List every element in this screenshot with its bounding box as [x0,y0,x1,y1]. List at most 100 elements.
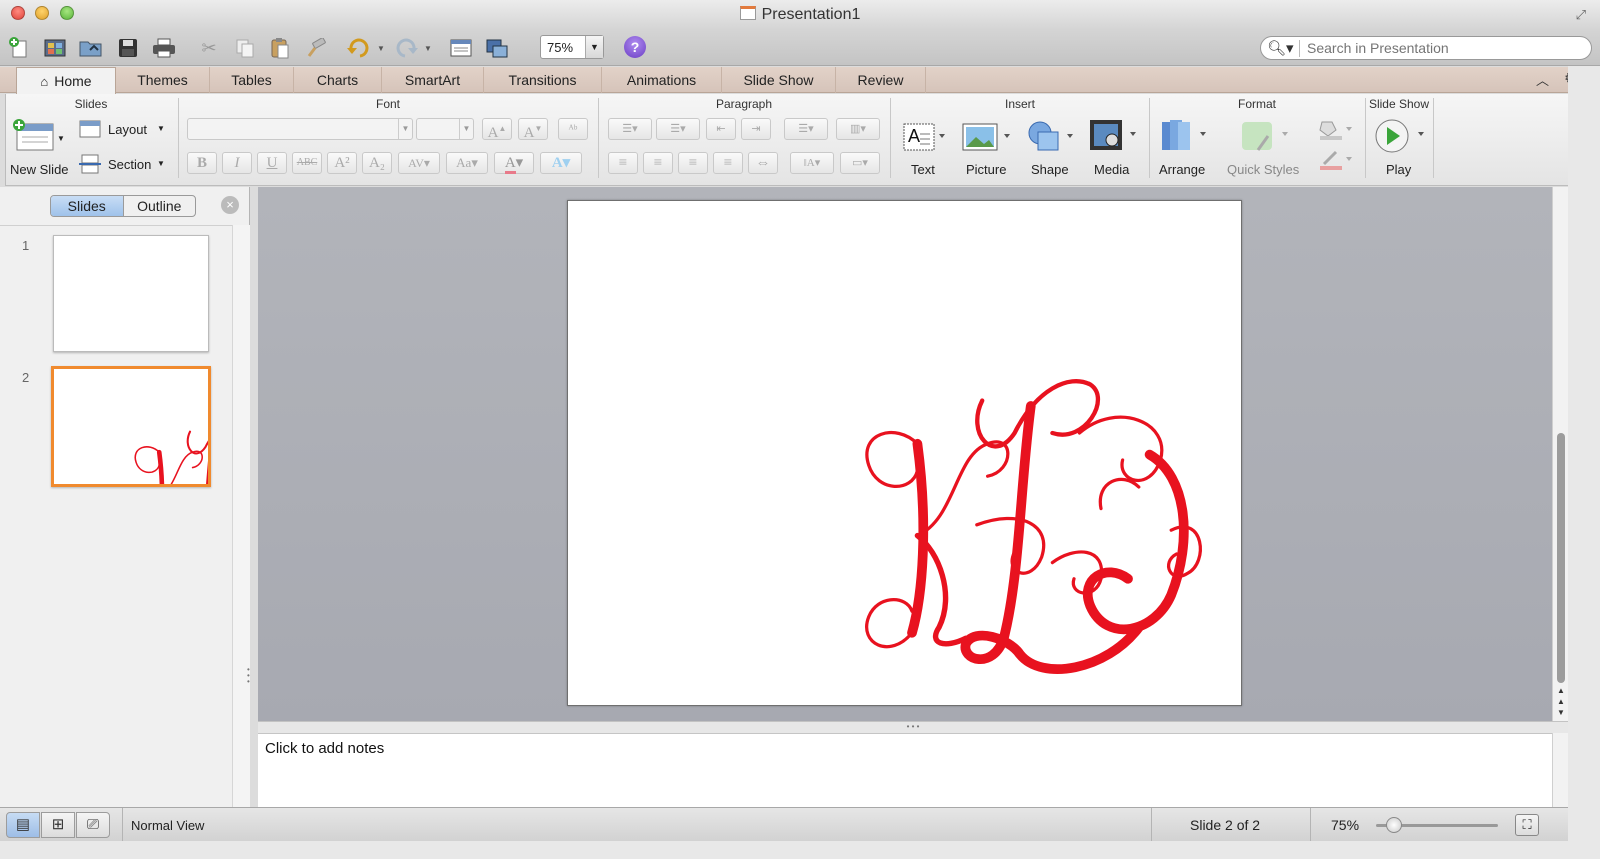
zoom-combo[interactable]: 75% ▼ [540,35,604,59]
quick-styles-button[interactable]: Quick Styles [1227,162,1299,177]
media-icon[interactable] [1088,118,1138,157]
redo-icon[interactable] [393,35,419,61]
layout-dropdown-icon[interactable]: ▼ [157,124,165,133]
subscript-button[interactable]: A₂ [362,152,392,174]
open-icon[interactable] [78,35,104,61]
play-button[interactable]: Play [1386,162,1411,177]
tab-outline[interactable]: Outline [124,196,196,216]
section-dropdown-icon[interactable]: ▼ [157,159,165,168]
font-size-combo[interactable]: ▼ [416,118,474,140]
slide-scrollbar[interactable]: ▲▲▼▼ [1552,187,1568,728]
arrange-icon[interactable] [1158,118,1210,157]
text-box-icon[interactable]: A [902,122,946,155]
redo-dropdown-icon[interactable]: ▼ [424,44,432,53]
notes-scrollbar[interactable] [1552,733,1568,807]
new-document-icon[interactable] [6,35,32,61]
picture-button[interactable]: Picture [966,162,1006,177]
text-effects-button[interactable]: A▾ [540,152,582,174]
increase-indent-button[interactable]: ⇥ [741,118,771,140]
slide-thumbnail-list[interactable]: 1 2 [0,225,232,823]
notes-resize-handle[interactable]: • • • [258,721,1568,733]
fill-color-icon[interactable] [1316,118,1356,143]
line-spacing-button[interactable]: ☰▾ [784,118,828,140]
undo-icon[interactable] [346,35,372,61]
paste-icon[interactable] [267,35,293,61]
superscript-button[interactable]: A² [327,152,357,174]
font-name-combo[interactable]: ▼ [187,118,413,140]
justify-button[interactable]: ≡ [713,152,743,174]
save-icon[interactable] [115,35,141,61]
zoom-dropdown-icon[interactable]: ▼ [585,36,603,58]
tab-review[interactable]: Review [836,67,926,93]
tab-slides[interactable]: Slides [51,196,124,216]
new-slide-dropdown-icon[interactable]: ▼ [57,134,65,143]
format-painter-icon[interactable] [303,35,329,61]
notes-placeholder[interactable]: Click to add notes [265,740,384,757]
layout-icon[interactable] [79,120,101,141]
character-spacing-button[interactable]: AV▾ [398,152,440,174]
fit-to-window-icon[interactable]: ⛶ [1515,814,1539,836]
help-icon[interactable]: ? [624,36,646,58]
shrink-font-button[interactable]: A▼ [518,118,548,141]
slide-thumbnail-selected[interactable] [51,366,211,487]
fullscreen-icon[interactable]: ⤢ [1576,7,1586,23]
media-button[interactable]: Media [1094,162,1129,177]
copy-icon[interactable] [232,35,258,61]
columns-button[interactable]: ▥▾ [836,118,880,140]
tab-smartart[interactable]: SmartArt [382,67,484,93]
distributed-button[interactable]: ⇔ [748,152,778,174]
panel-resize-handle[interactable]: • • • [247,666,250,686]
close-icon[interactable]: × [221,196,239,214]
new-slide-icon[interactable] [12,118,56,155]
line-color-icon[interactable] [1316,148,1356,175]
play-icon[interactable] [1374,118,1426,157]
layout-button[interactable]: Layout [108,122,147,137]
cut-icon[interactable]: ✂ [196,35,222,61]
arrange-button[interactable]: Arrange [1159,162,1205,177]
shape-icon[interactable] [1024,120,1076,157]
underline-button[interactable]: U [257,152,287,174]
bold-button[interactable]: B [187,152,217,174]
align-left-button[interactable]: ≡ [608,152,638,174]
tab-animations[interactable]: Animations [602,67,722,93]
numbering-button[interactable]: ☰▾ [656,118,700,140]
slide-canvas[interactable] [567,200,1242,706]
slide-thumbnail[interactable] [53,235,209,352]
gallery-icon[interactable] [42,35,68,61]
panel-scrollbar[interactable] [232,225,250,823]
scrollbar-thumb[interactable] [1557,433,1565,683]
change-case-button[interactable]: Aa▾ [446,152,488,174]
section-button[interactable]: Section [108,157,151,172]
picture-icon[interactable] [961,122,1013,155]
tab-home[interactable]: ⌂ Home [16,67,116,94]
text-button[interactable]: Text [911,162,935,177]
grow-font-button[interactable]: A▲ [482,118,512,141]
decrease-indent-button[interactable]: ⇤ [706,118,736,140]
zoom-slider-knob[interactable] [1386,817,1403,833]
new-slide-label[interactable]: New Slide [10,162,69,177]
search-box[interactable]: 🔍︎▾ [1260,36,1592,60]
print-icon[interactable] [151,35,177,61]
search-input[interactable] [1307,39,1577,57]
shape-button[interactable]: Shape [1031,162,1069,177]
quick-styles-icon[interactable] [1238,118,1290,157]
monogram-image[interactable] [568,201,1241,705]
text-direction-button[interactable]: ‖A▾ [790,152,834,174]
slide-show-view-icon[interactable]: ⎚ [76,812,110,838]
clear-formatting-button[interactable]: ᴬᵇ [558,118,588,140]
tab-tables[interactable]: Tables [210,67,294,93]
undo-dropdown-icon[interactable]: ▼ [377,44,385,53]
tab-themes[interactable]: Themes [116,67,210,93]
bullets-button[interactable]: ☰▾ [608,118,652,140]
tab-charts[interactable]: Charts [294,67,382,93]
align-right-button[interactable]: ≡ [678,152,708,174]
collapse-ribbon-icon[interactable]: ︿ [1536,70,1549,89]
section-icon[interactable] [79,154,101,177]
slide-sorter-icon[interactable]: ⊞ [41,812,75,838]
search-icon[interactable]: 🔍︎▾ [1267,39,1294,57]
italic-button[interactable]: I [222,152,252,174]
strikethrough-button[interactable]: ABC [292,152,322,174]
align-text-button[interactable]: ▭▾ [840,152,880,174]
normal-view-icon[interactable]: ▤ [6,812,40,838]
tab-transitions[interactable]: Transitions [484,67,602,93]
